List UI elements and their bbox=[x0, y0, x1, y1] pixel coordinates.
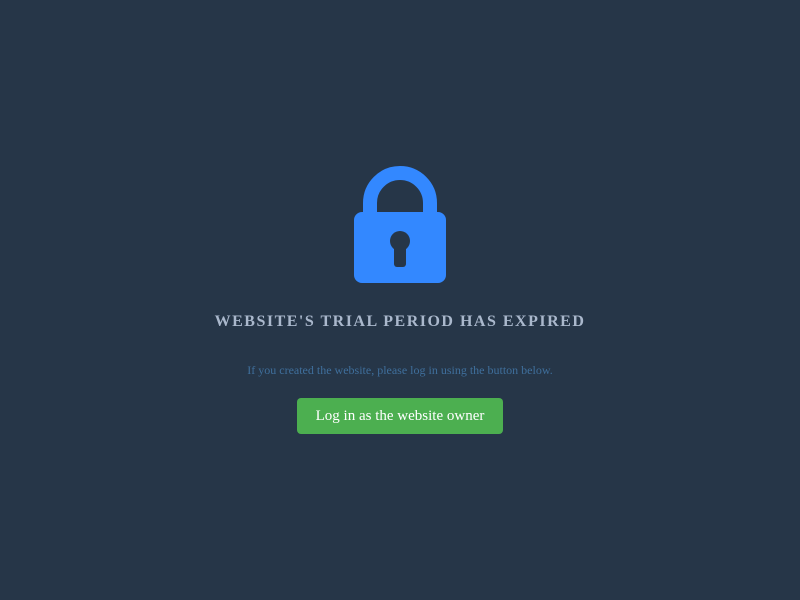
page-title: WEBSITE'S TRIAL PERIOD HAS EXPIRED bbox=[214, 313, 586, 330]
padlock-keyhole-slot bbox=[394, 243, 406, 267]
trial-expired-page: WEBSITE'S TRIAL PERIOD HAS EXPIRED If yo… bbox=[0, 0, 800, 600]
padlock-icon bbox=[354, 166, 446, 283]
instruction-text: If you created the website, please log i… bbox=[247, 363, 553, 377]
owner-login-button[interactable]: Log in as the website owner bbox=[297, 398, 503, 434]
padlock-shackle bbox=[363, 166, 437, 217]
